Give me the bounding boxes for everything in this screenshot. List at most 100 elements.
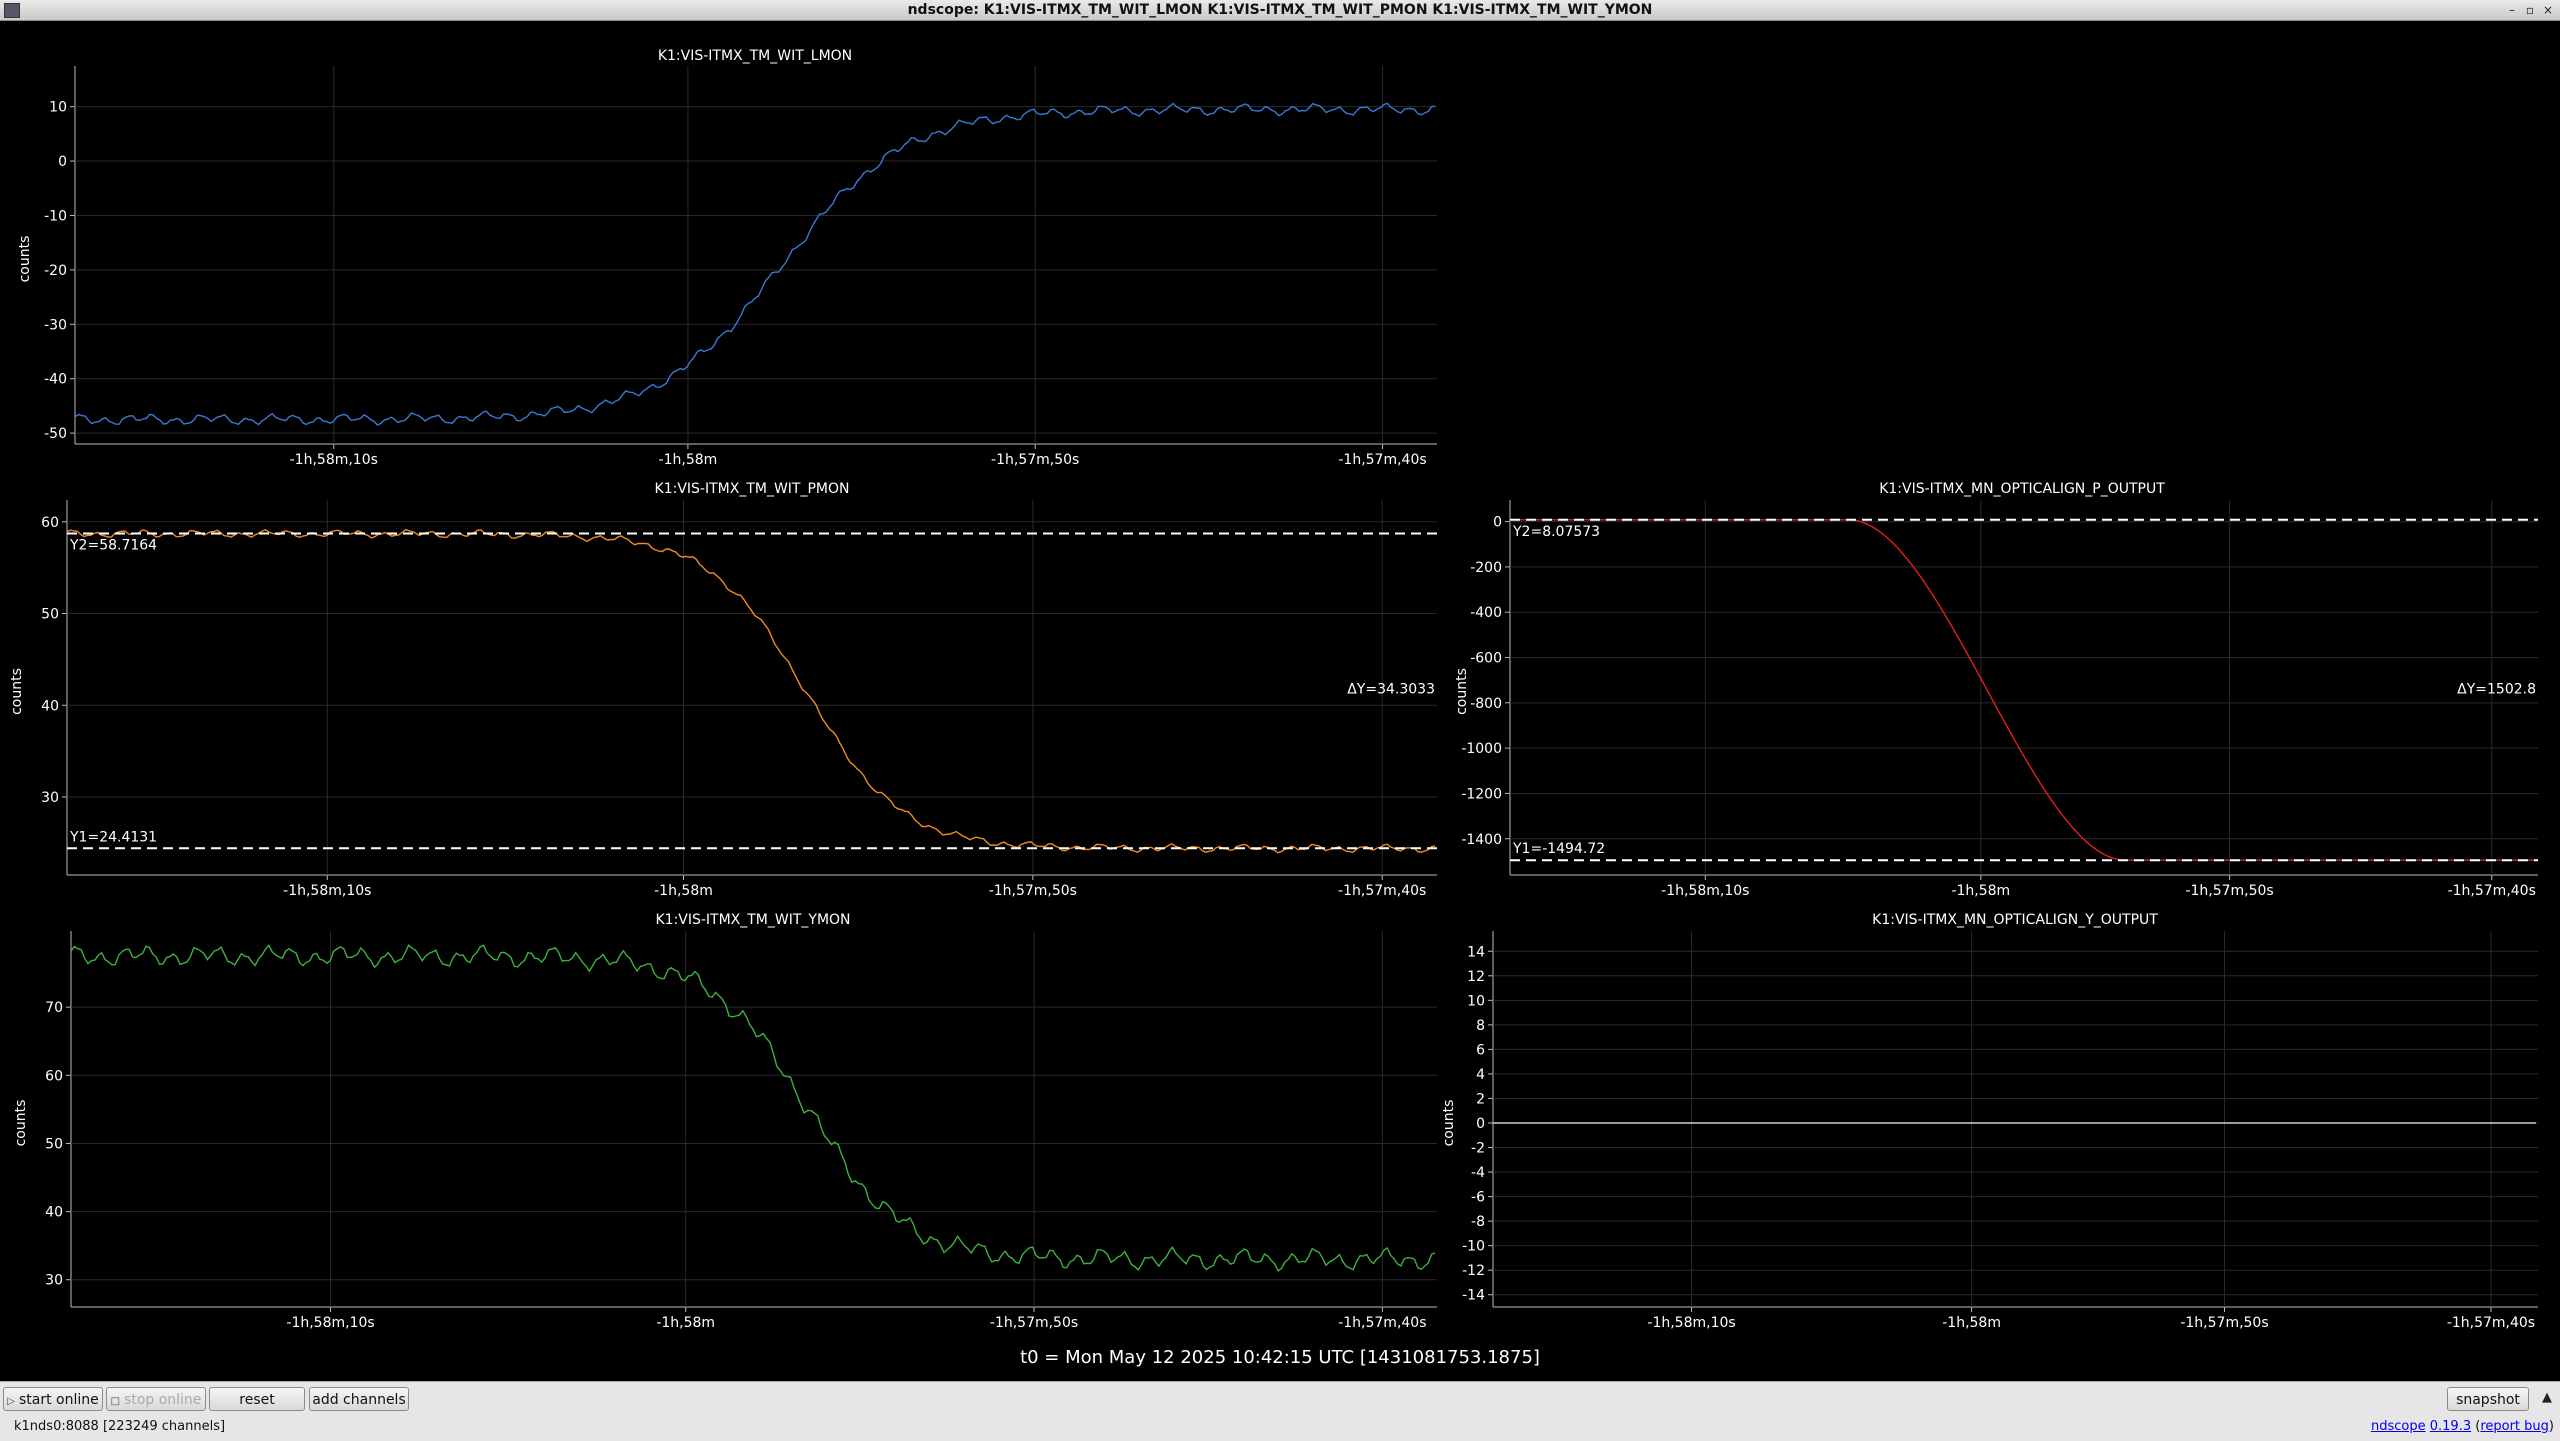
y_output-x-tick-label: -1h,57m,50s <box>2180 1315 2268 1331</box>
p_output-y-tick-label: -1200 <box>1461 786 1502 802</box>
pmon-title: K1:VIS-ITMX_TM_WIT_PMON <box>655 481 850 497</box>
y_output-y-tick-label: 6 <box>1476 1042 1485 1058</box>
window-titlebar: ndscope: K1:VIS-ITMX_TM_WIT_LMON K1:VIS-… <box>0 0 2560 21</box>
lmon-x-tick-label: -1h,58m,10s <box>290 452 378 468</box>
t0-label: t0 = Mon May 12 2025 10:42:15 UTC [14310… <box>1020 1347 1540 1368</box>
ymon-title: K1:VIS-ITMX_TM_WIT_YMON <box>655 912 850 928</box>
p_output-cursor-delta-label: ΔY=1502.8 <box>2457 682 2536 698</box>
plot-grid[interactable]: K1:VIS-ITMX_TM_WIT_LMON 10 0 -10 -2 0 -30 -40 -5… <box>0 21 2560 1341</box>
expand-up-icon[interactable]: ▲ <box>2542 1390 2552 1405</box>
pmon-cursor-delta-label: ΔY=34.3033 <box>1347 682 1435 698</box>
p_output-y-tick-label: -200 <box>1470 560 1502 576</box>
lmon-y-tick-label: -10 <box>44 208 67 224</box>
y_output-x-tick-label: -1h,58m,10s <box>1647 1315 1735 1331</box>
ymon-y-label: counts <box>13 1100 29 1147</box>
stop-icon: □ <box>110 1396 121 1407</box>
y_output-y-tick-label: -14 <box>1462 1288 1485 1304</box>
status-version: ndscope 0.19.3 (report bug) <box>2370 1419 2554 1434</box>
add-channels-button[interactable]: add channels <box>309 1387 409 1411</box>
pmon-x-tick-label: -1h,58m,10s <box>283 883 371 899</box>
lmon-x-tick-label: -1h,57m,40s <box>1338 452 1426 468</box>
ymon-x-tick-label: -1h,57m,40s <box>1338 1315 1426 1331</box>
close-icon[interactable]: × <box>2540 1 2556 19</box>
p_output-y-tick-label: -400 <box>1470 605 1502 621</box>
y_output-y-tick-label: 12 <box>1467 969 1485 985</box>
pmon-x-tick-label: -1h,58m <box>654 883 713 899</box>
y_output-y-tick-label: 4 <box>1476 1067 1485 1083</box>
status-server: k1nds0:8088 [223249 channels] <box>14 1419 225 1434</box>
start-online-label: start online <box>18 1392 99 1408</box>
lmon-x-tick-label: -1h,58m <box>659 452 718 468</box>
lmon-trace <box>74 102 1436 426</box>
reset-button[interactable]: reset <box>209 1387 305 1411</box>
ymon-y-tick-label: 70 <box>45 1000 63 1016</box>
y_output-x-tick-label: -1h,58m <box>1942 1315 2001 1331</box>
ymon-y-tick-label: 30 <box>45 1273 63 1289</box>
lmon-x-tick-label: -1h,57m,50s <box>991 452 1079 468</box>
server-address: k1nds0:8088 <box>14 1419 99 1434</box>
pmon-y-tick-label: 60 <box>41 515 59 531</box>
lmon-y-tick-label: -30 <box>44 317 67 333</box>
ymon-x-tick-label: -1h,58m,10s <box>286 1315 374 1331</box>
pmon-cursor-y2-label: Y2=58.7164 <box>69 538 157 554</box>
p_output-title: K1:VIS-ITMX_MN_OPTICALIGN_P_OUTPUT <box>1879 481 2165 497</box>
ymon-trace <box>70 944 1436 1272</box>
bottom-toolbar: ▷ start online □ stop online reset add cha… <box>0 1381 2560 1441</box>
stop-online-label: stop online <box>124 1392 202 1408</box>
maximize-icon[interactable]: ▫ <box>2522 1 2538 19</box>
y_output-y-tick-label: 2 <box>1476 1091 1485 1107</box>
p_output-cursor-y2-label: Y2=8.07573 <box>1512 524 1600 540</box>
pmon-trace <box>66 528 1436 854</box>
lmon-y-tick-label: -40 <box>44 372 67 388</box>
p_output-cursor-y1-label: Y1=-1494.72 <box>1512 841 1605 857</box>
p_output-y-tick-label: -1000 <box>1461 741 1502 757</box>
plot-area[interactable]: K1:VIS-ITMX_TM_WIT_LMON 10 0 -10 -2 0 -30 -40 -5… <box>0 21 2560 1381</box>
pmon-y-tick-label: 40 <box>41 698 59 714</box>
y_output-y-tick-label: -2 <box>1471 1141 1485 1157</box>
y_output-x-tick-label: -1h,57m,40s <box>2447 1315 2535 1331</box>
lmon-y-label: counts <box>17 236 33 283</box>
start-online-button[interactable]: ▷ start online <box>3 1387 103 1411</box>
pmon-y-tick-label: 30 <box>41 790 59 806</box>
p_output-y-tick-label: -800 <box>1470 696 1502 712</box>
y_output-y-tick-label: -8 <box>1471 1214 1485 1230</box>
p_output-y-tick-label: -1400 <box>1461 832 1502 848</box>
ymon-y-tick-label: 40 <box>45 1205 63 1221</box>
p_output-x-tick-label: -1h,58m,10s <box>1661 883 1749 899</box>
y_output-y-tick-label: -12 <box>1462 1263 1485 1279</box>
minimize-icon[interactable]: – <box>2504 1 2520 19</box>
ymon-x-tick-label: -1h,58m <box>656 1315 715 1331</box>
p_output-y-tick-label: 0 <box>1493 515 1502 531</box>
pmon-x-tick-label: -1h,57m,50s <box>989 883 1077 899</box>
pmon-y-tick-label: 50 <box>41 607 59 623</box>
pmon-y-label: counts <box>9 668 25 715</box>
ymon-y-tick-label: 50 <box>45 1136 63 1152</box>
y_output-y-tick-label: -6 <box>1471 1190 1485 1206</box>
window-title: ndscope: K1:VIS-ITMX_TM_WIT_LMON K1:VIS-… <box>907 2 1653 18</box>
lmon-y-tick-label: -50 <box>44 426 67 442</box>
p_output-y-label: counts <box>1454 668 1470 715</box>
stop-online-button[interactable]: □ stop online <box>106 1387 206 1411</box>
y_output-y-tick-label: 8 <box>1476 1018 1485 1034</box>
y_output-y-tick-label: 10 <box>1467 993 1485 1009</box>
y_output-y-label: counts <box>1441 1100 1457 1147</box>
p_output-x-tick-label: -1h,58m <box>1951 883 2010 899</box>
y_output-y-tick-label: -4 <box>1471 1165 1485 1181</box>
ndscope-link[interactable]: ndscope <box>2371 1419 2426 1434</box>
lmon-y-tick-label: 0 <box>58 154 67 170</box>
y_output-y-tick-label: 14 <box>1467 944 1485 960</box>
channel-count: [223249 channels] <box>102 1419 226 1434</box>
version-link[interactable]: 0.19.3 <box>2430 1419 2471 1434</box>
p_output-x-tick-label: -1h,57m,50s <box>2185 883 2273 899</box>
report-bug-link[interactable]: report bug <box>2480 1419 2549 1434</box>
y_output-title: K1:VIS-ITMX_MN_OPTICALIGN_Y_OUTPUT <box>1872 912 2158 928</box>
snapshot-button[interactable]: snapshot <box>2447 1387 2529 1411</box>
lmon-y-tick-label: 10 <box>49 100 67 116</box>
p_output-x-tick-label: -1h,57m,40s <box>2448 883 2536 899</box>
pmon-x-tick-label: -1h,57m,40s <box>1338 883 1426 899</box>
pmon-cursor-y1-label: Y1=24.4131 <box>69 829 157 845</box>
ymon-x-tick-label: -1h,57m,50s <box>990 1315 1078 1331</box>
p_output-trace <box>1510 519 2536 861</box>
y_output-y-tick-label: -10 <box>1462 1239 1485 1255</box>
lmon-title: K1:VIS-ITMX_TM_WIT_LMON <box>658 48 852 64</box>
